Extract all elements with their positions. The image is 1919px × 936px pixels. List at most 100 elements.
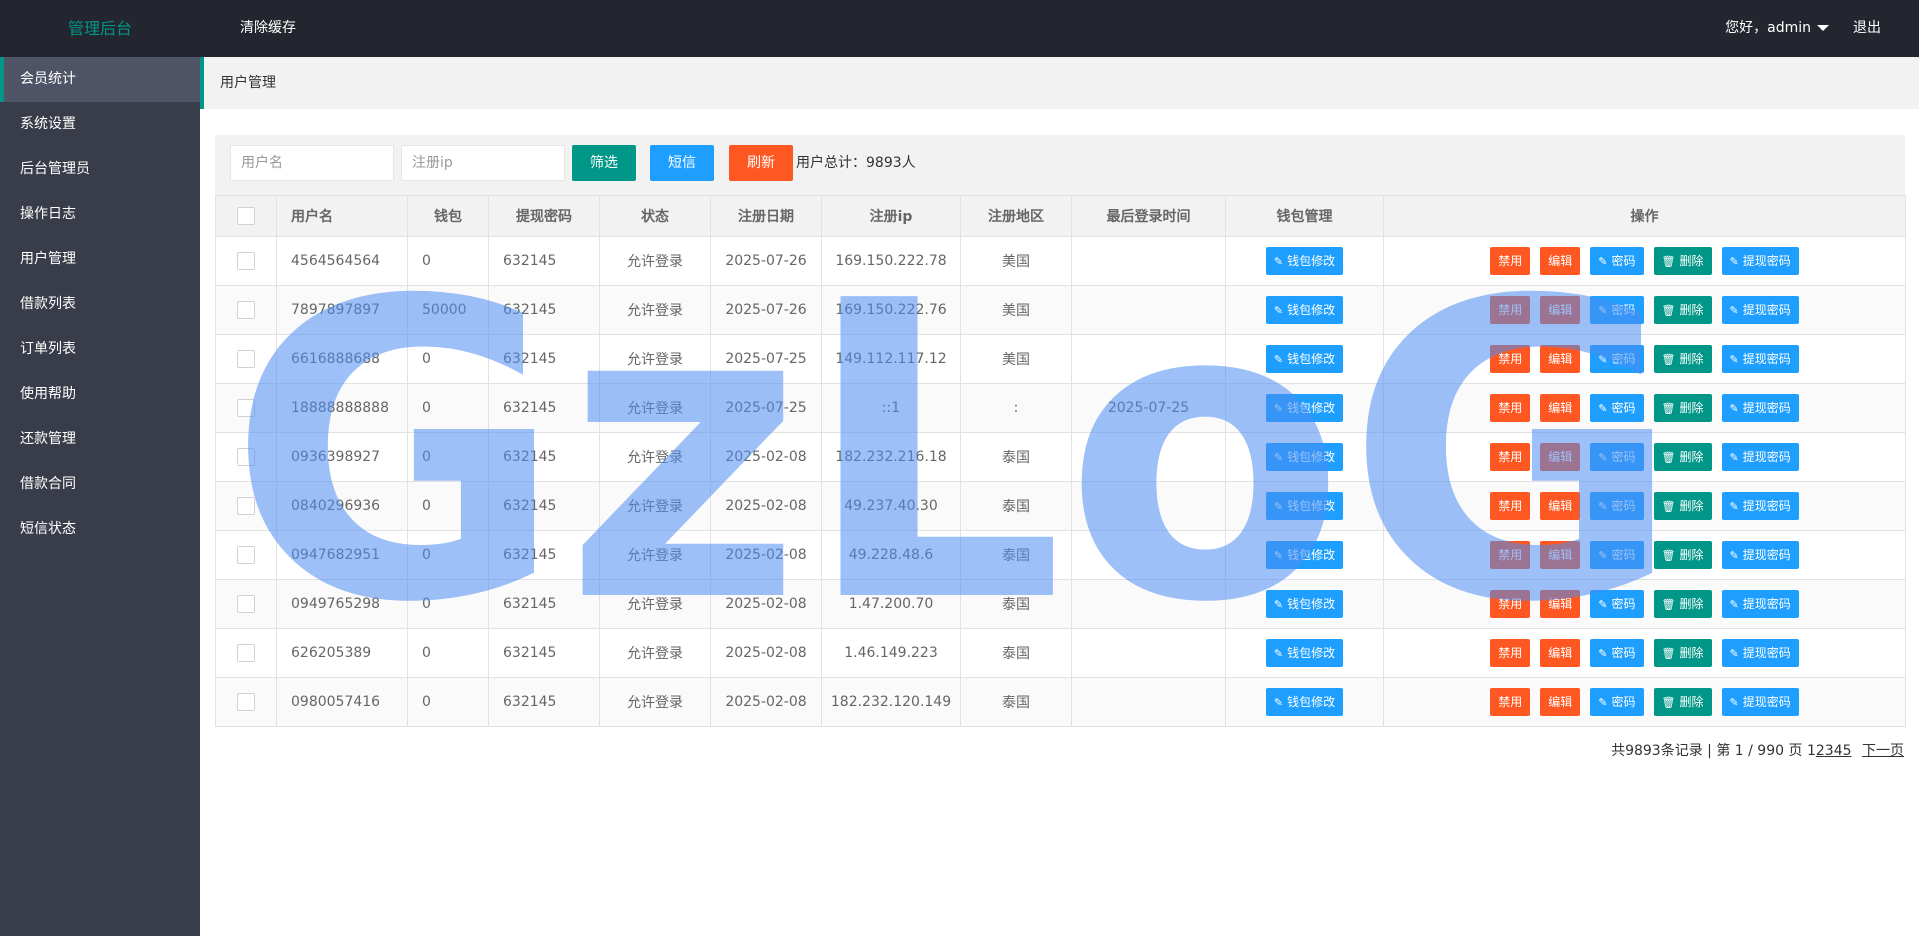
page-link[interactable]: 3 xyxy=(1825,743,1834,759)
ban-button[interactable]: 禁用 xyxy=(1490,443,1531,471)
ban-button[interactable]: 禁用 xyxy=(1490,296,1531,324)
sidebar-item-member-stats[interactable]: 会员统计 xyxy=(0,57,200,102)
ban-button[interactable]: 禁用 xyxy=(1490,590,1531,618)
row-checkbox[interactable] xyxy=(237,301,255,319)
edit-button[interactable]: 编辑 xyxy=(1540,688,1581,716)
sidebar-item-sms-status[interactable]: 短信状态 xyxy=(0,507,200,552)
row-checkbox[interactable] xyxy=(237,546,255,564)
wallet-edit-button[interactable]: ✎ 钱包修改 xyxy=(1265,247,1344,275)
page-link[interactable]: 5 xyxy=(1843,743,1852,759)
password-button[interactable]: ✎ 密码 xyxy=(1590,688,1644,716)
row-checkbox[interactable] xyxy=(237,252,255,270)
app-logo[interactable]: 管理后台 xyxy=(0,0,200,57)
refresh-button[interactable]: 刷新 xyxy=(729,145,793,181)
select-all-checkbox[interactable] xyxy=(237,207,255,225)
page-current[interactable]: 1 xyxy=(1807,743,1816,759)
page-link[interactable]: 4 xyxy=(1834,743,1843,759)
delete-button[interactable]: 🗑 删除 xyxy=(1653,296,1712,324)
filter-button[interactable]: 筛选 xyxy=(572,145,636,181)
user-menu[interactable]: 您好，admin xyxy=(1725,0,1829,57)
sidebar-item-repayment[interactable]: 还款管理 xyxy=(0,417,200,462)
delete-button[interactable]: 🗑 删除 xyxy=(1653,247,1712,275)
wallet-edit-button[interactable]: ✎ 钱包修改 xyxy=(1265,541,1344,569)
wallet-management-cell: ✎ 钱包修改 xyxy=(1225,530,1384,580)
wallet-edit-button[interactable]: ✎ 钱包修改 xyxy=(1265,688,1344,716)
ban-button[interactable]: 禁用 xyxy=(1490,394,1531,422)
edit-button[interactable]: 编辑 xyxy=(1540,590,1581,618)
password-button[interactable]: ✎ 密码 xyxy=(1590,394,1644,422)
sidebar-item-system-settings[interactable]: 系统设置 xyxy=(0,102,200,147)
ban-button[interactable]: 禁用 xyxy=(1490,541,1531,569)
edit-button[interactable]: 编辑 xyxy=(1540,296,1581,324)
ban-button[interactable]: 禁用 xyxy=(1490,688,1531,716)
withdraw-password-button[interactable]: ✎ 提现密码 xyxy=(1721,590,1799,618)
password-button[interactable]: ✎ 密码 xyxy=(1590,247,1644,275)
ban-button[interactable]: 禁用 xyxy=(1490,247,1531,275)
delete-button[interactable]: 🗑 删除 xyxy=(1653,639,1712,667)
withdraw-password-button[interactable]: ✎ 提现密码 xyxy=(1721,492,1799,520)
delete-button[interactable]: 🗑 删除 xyxy=(1653,443,1712,471)
password-button[interactable]: ✎ 密码 xyxy=(1590,443,1644,471)
delete-button[interactable]: 🗑 删除 xyxy=(1653,394,1712,422)
clear-cache-link[interactable]: 清除缓存 xyxy=(240,0,296,57)
wallet-edit-button[interactable]: ✎ 钱包修改 xyxy=(1265,394,1344,422)
password-button[interactable]: ✎ 密码 xyxy=(1590,345,1644,373)
sidebar-item-help[interactable]: 使用帮助 xyxy=(0,372,200,417)
ip-search-input[interactable] xyxy=(401,145,565,181)
password-button[interactable]: ✎ 密码 xyxy=(1590,541,1644,569)
delete-button[interactable]: 🗑 删除 xyxy=(1653,688,1712,716)
withdraw-password-button[interactable]: ✎ 提现密码 xyxy=(1721,688,1799,716)
edit-button[interactable]: 编辑 xyxy=(1540,541,1581,569)
sidebar-item-admins[interactable]: 后台管理员 xyxy=(0,147,200,192)
edit-button[interactable]: 编辑 xyxy=(1540,443,1581,471)
wallet-edit-button[interactable]: ✎ 钱包修改 xyxy=(1265,296,1344,324)
sms-button[interactable]: 短信 xyxy=(650,145,714,181)
wallet-edit-button[interactable]: ✎ 钱包修改 xyxy=(1265,492,1344,520)
wallet-edit-button[interactable]: ✎ 钱包修改 xyxy=(1265,590,1344,618)
withdraw-password-button[interactable]: ✎ 提现密码 xyxy=(1721,394,1799,422)
withdraw-password-button[interactable]: ✎ 提现密码 xyxy=(1721,639,1799,667)
delete-button[interactable]: 🗑 删除 xyxy=(1653,541,1712,569)
password-button[interactable]: ✎ 密码 xyxy=(1590,639,1644,667)
row-checkbox[interactable] xyxy=(237,644,255,662)
withdraw-password-button[interactable]: ✎ 提现密码 xyxy=(1721,296,1799,324)
edit-button[interactable]: 编辑 xyxy=(1540,247,1581,275)
next-page-link[interactable]: 下一页 xyxy=(1862,743,1904,759)
ban-button[interactable]: 禁用 xyxy=(1490,492,1531,520)
page-link[interactable]: 2 xyxy=(1816,743,1825,759)
delete-button[interactable]: 🗑 删除 xyxy=(1653,590,1712,618)
wallet-edit-button[interactable]: ✎ 钱包修改 xyxy=(1265,639,1344,667)
wallet-edit-button[interactable]: ✎ 钱包修改 xyxy=(1265,443,1344,471)
sidebar-item-operation-log[interactable]: 操作日志 xyxy=(0,192,200,237)
password-button[interactable]: ✎ 密码 xyxy=(1590,296,1644,324)
delete-button[interactable]: 🗑 删除 xyxy=(1653,345,1712,373)
logout-link[interactable]: 退出 xyxy=(1853,0,1881,57)
row-checkbox[interactable] xyxy=(237,448,255,466)
row-checkbox[interactable] xyxy=(237,693,255,711)
sidebar-item-loan-list[interactable]: 借款列表 xyxy=(0,282,200,327)
breadcrumb-current[interactable]: 用户管理 xyxy=(220,57,276,109)
edit-button[interactable]: 编辑 xyxy=(1540,394,1581,422)
withdraw-password-button[interactable]: ✎ 提现密码 xyxy=(1721,443,1799,471)
row-checkbox[interactable] xyxy=(237,595,255,613)
sidebar-item-user-management[interactable]: 用户管理 xyxy=(0,237,200,282)
edit-button[interactable]: 编辑 xyxy=(1540,492,1581,520)
withdraw-password-button[interactable]: ✎ 提现密码 xyxy=(1721,541,1799,569)
row-checkbox[interactable] xyxy=(237,350,255,368)
password-button[interactable]: ✎ 密码 xyxy=(1590,590,1644,618)
delete-button[interactable]: 🗑 删除 xyxy=(1653,492,1712,520)
ban-button[interactable]: 禁用 xyxy=(1490,345,1531,373)
username-cell: 0947682951 xyxy=(276,530,408,580)
withdraw-password-button[interactable]: ✎ 提现密码 xyxy=(1721,247,1799,275)
sidebar-item-loan-contract[interactable]: 借款合同 xyxy=(0,462,200,507)
row-checkbox[interactable] xyxy=(237,399,255,417)
password-button[interactable]: ✎ 密码 xyxy=(1590,492,1644,520)
row-checkbox[interactable] xyxy=(237,497,255,515)
sidebar-item-order-list[interactable]: 订单列表 xyxy=(0,327,200,372)
username-search-input[interactable] xyxy=(230,145,394,181)
withdraw-password-button[interactable]: ✎ 提现密码 xyxy=(1721,345,1799,373)
ban-button[interactable]: 禁用 xyxy=(1490,639,1531,667)
edit-button[interactable]: 编辑 xyxy=(1540,345,1581,373)
wallet-edit-button[interactable]: ✎ 钱包修改 xyxy=(1265,345,1344,373)
edit-button[interactable]: 编辑 xyxy=(1540,639,1581,667)
